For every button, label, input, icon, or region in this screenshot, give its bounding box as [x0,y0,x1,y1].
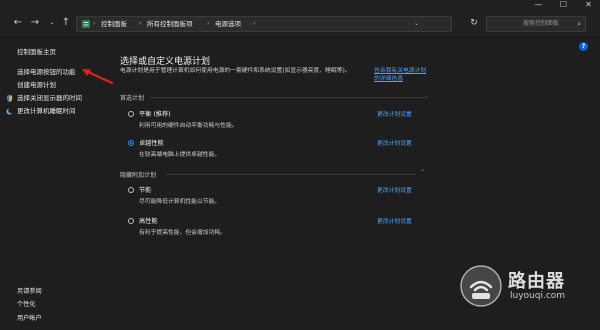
title-bar: — ☐ ✕ [0,0,600,10]
close-button[interactable]: ✕ [576,0,600,10]
group-divider [150,97,428,98]
group-divider [166,174,416,175]
plan-name-power-saver: 节能 [139,187,152,194]
forward-button[interactable]: → [29,17,41,29]
page-title: 选择或自定义电源计划 [120,57,211,67]
power-plan-info-link[interactable]: 告诉我有关电源计划的详细信息 [374,67,430,83]
breadcrumb-control-panel[interactable]: 控制面板 [101,19,127,29]
intro-text: 电源计划是用于管理计算机如何使用电源的一套硬件和系统设置(如显示器亮度、睡眠等)… [120,68,351,74]
breadcrumb-separator: › [139,20,142,27]
address-bar[interactable]: › 控制面板 › 所有控制面板项 › 电源选项 › ⌄ [76,16,452,32]
sidebar-item-sleep-time[interactable]: 更改计算机睡眠时间 [17,107,76,116]
hidden-plans-toggle[interactable]: 隐藏附加计划 [120,170,156,179]
refresh-button[interactable]: ↻ [467,16,481,30]
sidebar-item-display-off[interactable]: 选择关闭显示器的时间 [17,94,82,103]
watermark-name: 路由器 [508,271,565,292]
minimize-button[interactable]: — [526,0,551,10]
radio-ultimate-performance[interactable] [128,140,134,146]
collapse-icon[interactable]: ⌃ [420,170,425,176]
moon-icon [6,108,13,115]
breadcrumb-power-options[interactable]: 电源选项 [215,19,241,29]
breadcrumb-separator: › [207,20,210,27]
watermark-url: luyouqi.com [510,291,566,301]
plan-desc-power-saver: 尽可能降低计算机性能以节能。 [139,199,221,205]
search-icon[interactable]: ⌕ [577,19,581,29]
watermark: 路由器 luyouqi.com [460,263,584,309]
maximize-button[interactable]: ☐ [551,0,576,10]
control-panel-window: — ☐ ✕ ← → ⌄ ↑ › 控制面板 › 所有控制面板项 › 电源选项 › … [0,0,600,330]
address-dropdown-icon[interactable]: ⌄ [414,19,419,29]
preferred-plans-label: 首选计划 [120,95,145,102]
router-logo-icon [460,265,502,307]
change-plan-settings-balanced[interactable]: 更改计划设置 [377,109,412,118]
back-button[interactable]: ← [12,17,24,29]
radio-high-performance[interactable] [128,218,134,224]
change-plan-settings-power-saver[interactable]: 更改计划设置 [377,185,412,194]
sidebar-item-create-plan[interactable]: 创建电源计划 [17,81,56,90]
breadcrumb-all-items[interactable]: 所有控制面板项 [147,19,193,29]
plan-name-ultimate-performance: 卓越性能 [139,140,164,147]
plan-desc-high-performance: 有利于提高性能，但会增加功耗。 [139,230,226,236]
plan-desc-balanced: 利用可用的硬件自动平衡功耗与性能。 [139,123,238,129]
plan-desc-ultimate-performance: 在较高端电脑上提供卓越性能。 [139,152,221,158]
recent-locations-button[interactable]: ⌄ [46,17,58,29]
plan-name-balanced: 平衡 (推荐) [139,111,171,118]
search-box[interactable]: 搜索控制面板 ⌕ [486,16,586,32]
control-panel-icon [82,20,90,28]
see-also-user-accounts[interactable]: 用户帐户 [17,313,42,322]
shield-icon [6,95,13,102]
plan-name-high-performance: 高性能 [139,218,158,225]
breadcrumb-separator: › [253,20,256,27]
up-button[interactable]: ↑ [60,17,72,29]
navigation-bar: ← → ⌄ ↑ › 控制面板 › 所有控制面板项 › 电源选项 › ⌄ ↻ 搜索… [0,10,600,36]
radio-power-saver[interactable] [128,187,134,193]
sidebar-item-home[interactable]: 控制面板主页 [17,48,56,57]
see-also-personalization[interactable]: 个性化 [17,299,36,308]
breadcrumb-separator: › [93,20,96,27]
annotation-arrow [82,69,114,85]
change-plan-settings-high-performance[interactable]: 更改计划设置 [377,216,412,225]
sidebar-item-power-button[interactable]: 选择电源按钮的功能 [17,68,76,77]
radio-balanced[interactable] [128,111,134,117]
see-also-title: 另请参阅 [17,288,42,295]
change-plan-settings-ultimate[interactable]: 更改计划设置 [377,138,412,147]
search-placeholder: 搜索控制面板 [523,20,560,27]
